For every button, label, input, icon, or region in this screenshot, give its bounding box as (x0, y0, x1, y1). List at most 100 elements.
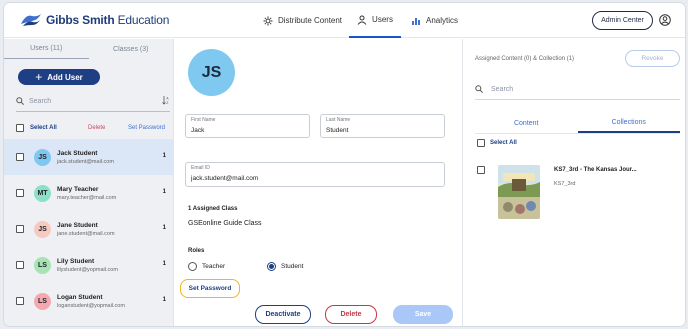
add-user-label: Add User (47, 72, 83, 82)
logo[interactable]: Gibbs Smith Education (20, 12, 169, 28)
row-checkbox[interactable] (16, 189, 24, 197)
avatar: JS (34, 220, 51, 238)
nav-label: Distribute Content (278, 16, 343, 25)
assigned-class-title: 1 Assigned Class (188, 206, 238, 212)
radio-button[interactable] (188, 262, 197, 271)
top-header: Gibbs Smith Education Distribute Content… (4, 3, 685, 38)
app-window: Gibbs Smith Education Distribute Content… (4, 3, 685, 326)
last-name-value: Student (326, 127, 349, 134)
role-teacher-radio[interactable]: Teacher (188, 262, 225, 271)
bulk-set-password-link[interactable]: Set Password (128, 125, 165, 131)
nav-label: Users (372, 15, 393, 24)
user-count: 1 (162, 153, 166, 159)
avatar: MT (34, 184, 51, 202)
user-name: Logan Student (57, 293, 103, 301)
user-email: jane.student@mail.com (57, 230, 115, 237)
first-name-field[interactable]: First Name Jack (185, 114, 310, 138)
email-field[interactable]: Email ID jack.student@mail.com (185, 162, 445, 187)
roles-title: Roles (188, 248, 205, 254)
deactivate-button[interactable]: Deactivate (255, 305, 311, 324)
save-button[interactable]: Save (393, 305, 453, 324)
user-count: 1 (162, 189, 166, 195)
user-name: Lily Student (57, 257, 95, 265)
user-name: Jack Student (57, 149, 98, 157)
tabs-divider (475, 133, 680, 134)
account-icon[interactable] (659, 14, 671, 26)
select-all-collections[interactable]: Select All (477, 139, 517, 147)
admin-center-button[interactable]: Admin Center (592, 11, 653, 30)
select-all-checkbox[interactable] (16, 124, 24, 132)
content-search-input[interactable]: Search (475, 85, 513, 93)
search-icon (475, 85, 483, 93)
revoke-button[interactable]: Revoke (625, 50, 680, 67)
svg-text:Z: Z (166, 101, 169, 105)
select-all-checkbox[interactable] (477, 139, 485, 147)
user-email: loganstudent@yopmail.com (57, 302, 125, 309)
last-name-field[interactable]: Last Name Student (320, 114, 445, 138)
bulk-actions: Select All Delete Set Password (16, 122, 172, 134)
row-checkbox[interactable] (16, 153, 24, 161)
list-item[interactable]: JS Jane Student jane.student@mail.com 1 (4, 211, 174, 247)
row-checkbox[interactable] (16, 297, 24, 305)
tab-content[interactable]: Content (475, 113, 578, 133)
nav-users[interactable]: Users (349, 3, 401, 38)
user-avatar-large: JS (188, 49, 235, 96)
search-underline (16, 111, 170, 112)
list-item[interactable]: JS Jack Student jack.student@mail.com 1 (4, 139, 174, 175)
search-placeholder: Search (491, 85, 514, 93)
role-student-label: Student (281, 263, 304, 270)
search-underline (475, 99, 680, 100)
role-student-radio[interactable]: Student (267, 262, 303, 271)
row-checkbox[interactable] (16, 261, 24, 269)
user-count: 1 (162, 261, 166, 267)
bulk-delete-link[interactable]: Delete (88, 125, 105, 131)
first-name-value: Jack (191, 127, 205, 134)
nav-analytics[interactable]: Analytics (411, 3, 458, 38)
select-all-label[interactable]: Select All (30, 125, 57, 131)
bar-chart-icon (412, 17, 420, 25)
set-password-button[interactable]: Set Password (180, 279, 240, 298)
user-email: jack.student@mail.com (57, 158, 114, 165)
user-list-panel: Users (11) Classes (3) + Add User Search… (4, 39, 174, 326)
user-email: mary.teacher@mail.com (57, 194, 117, 201)
row-checkbox[interactable] (16, 225, 24, 233)
user-name: Mary Teacher (57, 185, 99, 193)
list-item[interactable]: LS Logan Student loganstudent@yopmail.co… (4, 283, 174, 319)
email-value: jack.student@mail.com (191, 175, 259, 182)
collection-title: KS7_3rd - The Kansas Jour... (554, 167, 637, 173)
plus-icon: + (35, 70, 43, 84)
nav-label: Analytics (426, 16, 459, 25)
delete-button[interactable]: Delete (325, 305, 377, 324)
tab-classes[interactable]: Classes (3) (89, 39, 174, 59)
list-item[interactable]: LS Lily Student lilystudent@yopmail.com … (4, 247, 174, 283)
user-detail-panel: JS First Name Jack Last Name Student Ema… (175, 39, 461, 326)
logo-text: Gibbs Smith Education (46, 13, 170, 27)
first-name-label: First Name (191, 117, 216, 123)
search-icon (16, 97, 24, 105)
svg-text:A: A (166, 97, 169, 101)
user-name: Jane Student (57, 221, 98, 229)
avatar: JS (34, 148, 51, 166)
email-label: Email ID (191, 165, 210, 171)
content-tabs: Content Collections (475, 113, 680, 133)
sort-icon[interactable]: AZ (162, 95, 170, 105)
user-email: lilystudent@yopmail.com (57, 266, 118, 273)
role-teacher-label: Teacher (202, 263, 226, 270)
radio-button-selected[interactable] (267, 262, 276, 271)
add-user-button[interactable]: + Add User (18, 69, 100, 85)
tab-collections[interactable]: Collections (577, 113, 680, 133)
list-item[interactable]: MT Mary Teacher mary.teacher@mail.com 1 (4, 175, 174, 211)
user-icon (357, 15, 367, 25)
user-search-input[interactable]: Search (16, 94, 171, 108)
assigned-content-panel: Assigned Content (0) & Collection (1) Re… (462, 39, 685, 326)
select-all-label: Select All (490, 140, 517, 146)
collection-cover-image (498, 165, 540, 219)
nav-distribute-content[interactable]: Distribute Content (263, 3, 342, 38)
avatar: LS (34, 292, 51, 310)
assigned-class-name: GSEonline Guide Class (188, 220, 262, 227)
last-name-label: Last Name (326, 117, 351, 123)
collection-checkbox[interactable] (477, 166, 485, 174)
assigned-summary: Assigned Content (0) & Collection (1) (475, 56, 575, 62)
avatar: LS (34, 256, 51, 274)
tab-users[interactable]: Users (11) (4, 39, 89, 59)
